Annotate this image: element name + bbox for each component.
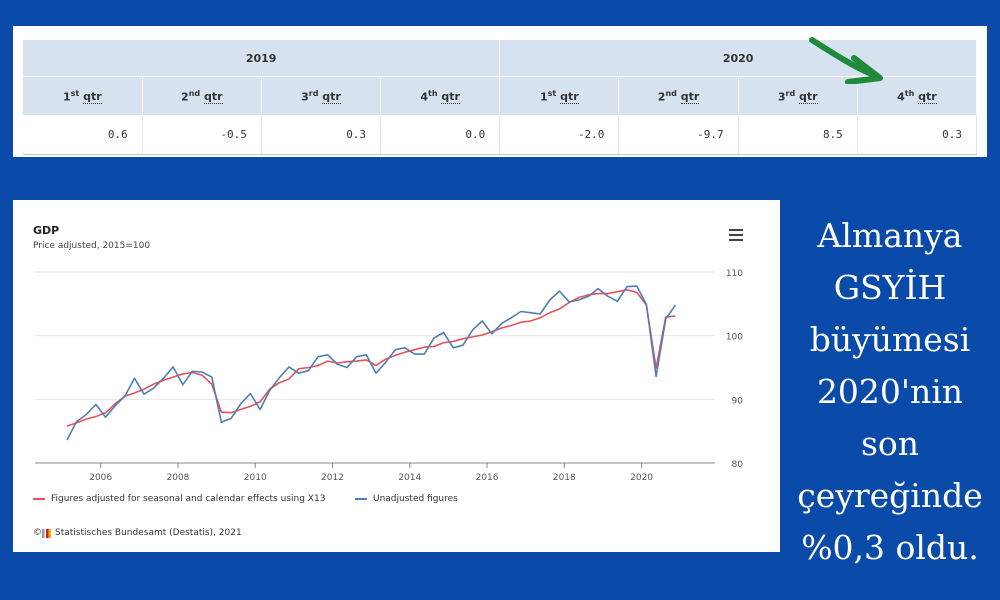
x-tick-label: 2008: [167, 473, 190, 483]
x-tick-label: 2012: [321, 473, 344, 483]
table-cell: 8.5: [738, 115, 858, 155]
quarter-abbr[interactable]: qtr: [322, 90, 341, 105]
quarter-abbr[interactable]: qtr: [560, 90, 579, 105]
legend-swatch: [355, 498, 367, 500]
quarter-abbr[interactable]: qtr: [203, 90, 223, 105]
table-cell: 0.0: [380, 115, 501, 155]
copyright-symbol: ©: [33, 528, 42, 538]
y-tick-label: 90: [732, 396, 744, 406]
table-cell: -9.7: [618, 115, 739, 155]
quarter-abbr[interactable]: qtr: [441, 90, 460, 105]
year-header-2020: 2020: [499, 40, 977, 77]
x-tick-label: 2010: [244, 473, 267, 483]
x-tick-label: 2014: [398, 473, 421, 483]
caption-line: Almanya: [817, 216, 963, 255]
quarter-header: 2nd qtr: [618, 76, 739, 115]
quarter-header: 1st qtr: [23, 76, 143, 115]
destatis-logo-icon: [42, 528, 51, 538]
quarter-header: 4th qtr: [380, 76, 501, 115]
source-text: Statistisches Bundesamt (Destatis), 2021: [55, 528, 242, 538]
year-header-2019: 2019: [23, 40, 501, 77]
legend-item-unadjusted[interactable]: Unadjusted figures: [355, 494, 458, 504]
quarter-header: 1st qtr: [499, 76, 620, 115]
table-cell: 0.3: [857, 115, 978, 155]
series-line-unadjusted: [66, 285, 677, 441]
table-cell: -2.0: [499, 115, 620, 155]
legend-label: Figures adjusted for seasonal and calend…: [51, 494, 326, 504]
y-tick-label: 110: [726, 269, 743, 279]
value-row: 0.6 -0.5 0.3 0.0 -2.0 -9.7 8.5 0.3: [23, 115, 978, 155]
quarter-header: 3rd qtr: [261, 76, 382, 115]
x-tick-label: 2006: [89, 473, 112, 483]
gdp-chart-panel: GDP Price adjusted, 2015=100 80 90 100 110 2…: [13, 200, 780, 552]
y-tick-label: 80: [732, 460, 744, 470]
quarter-abbr[interactable]: qtr: [799, 90, 818, 105]
x-tick-label: 2016: [476, 473, 499, 483]
caption-line: büyümesi: [809, 320, 971, 359]
quarter-header: 2nd qtr: [142, 76, 262, 115]
caption-line: %0,3 oldu.: [801, 528, 979, 567]
legend-swatch: [33, 498, 45, 500]
green-arrow-icon: [809, 37, 883, 84]
table-cell: -0.5: [142, 115, 262, 155]
legend-item-adjusted[interactable]: Figures adjusted for seasonal and calend…: [33, 494, 325, 504]
legend-label: Unadjusted figures: [373, 494, 458, 504]
y-tick-label: 100: [726, 333, 743, 343]
quarter-abbr[interactable]: qtr: [83, 90, 102, 105]
table-cell: 0.6: [23, 115, 143, 155]
caption-line: GSYİH: [833, 268, 947, 307]
chart-source: © Statistisches Bundesamt (Destatis), 20…: [33, 528, 242, 538]
x-tick-label: 2020: [630, 473, 653, 483]
quarter-abbr[interactable]: qtr: [918, 90, 937, 105]
series-line-adjusted: [66, 289, 676, 427]
caption-line: son: [860, 424, 920, 463]
caption-line: 2020'nin: [816, 372, 964, 411]
caption-line: çeyreğinde: [797, 476, 983, 515]
table-cell: 0.3: [261, 115, 382, 155]
quarter-abbr[interactable]: qtr: [680, 90, 700, 105]
side-caption: Almanya GSYİH büyümesi 2020'nin son çeyr…: [790, 210, 990, 574]
x-tick-label: 2018: [553, 473, 576, 483]
